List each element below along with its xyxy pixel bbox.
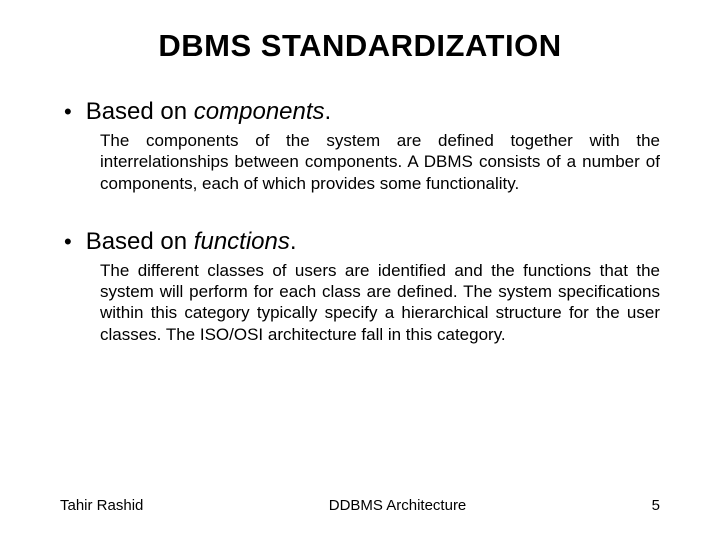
bullet-item: • Based on components. The components of… [64,98,660,194]
bullet-dot-icon: • [64,231,72,253]
footer-author: Tahir Rashid [60,497,143,514]
bullet-emphasis: components [194,98,325,125]
bullet-emphasis: functions [194,228,290,255]
bullet-item: • Based on functions. The different clas… [64,228,660,345]
bullet-dot-icon: • [64,101,72,123]
bullet-body: The components of the system are defined… [100,130,660,194]
footer-page: 5 [652,497,660,514]
footer-center: DDBMS Architecture [329,497,467,514]
bullet-lead: Based on [86,98,194,125]
bullet-heading-row: • Based on components. [64,98,660,126]
bullet-tail: . [290,228,297,255]
footer: Tahir Rashid DDBMS Architecture 5 [60,497,660,514]
bullet-heading: Based on components. [86,98,332,126]
slide: DBMS STANDARDIZATION • Based on componen… [0,0,720,540]
bullet-body: The different classes of users are ident… [100,260,660,345]
bullet-heading-row: • Based on functions. [64,228,660,256]
bullet-heading: Based on functions. [86,228,297,256]
slide-title: DBMS STANDARDIZATION [60,28,660,64]
bullet-lead: Based on [86,228,194,255]
bullet-tail: . [325,98,332,125]
